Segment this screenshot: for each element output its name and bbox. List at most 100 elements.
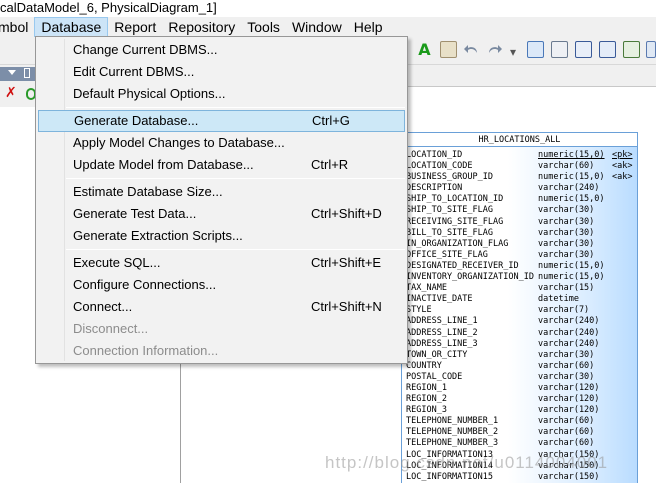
menu-item-update-model-from-database[interactable]: Update Model from Database... Ctrl+R bbox=[38, 154, 405, 176]
menu-separator bbox=[66, 178, 405, 179]
table-column-row[interactable]: OFFICE_SITE_FLAG varchar(30) bbox=[402, 249, 637, 261]
menu-item-label: Connect... bbox=[73, 299, 133, 314]
table-column-row[interactable]: TAX_NAME varchar(15) bbox=[402, 283, 637, 294]
panel-menu-arrow-icon[interactable] bbox=[8, 70, 16, 75]
link-icon[interactable] bbox=[646, 41, 656, 58]
panel-toolbar: ✗ bbox=[0, 83, 36, 105]
menu-symbol[interactable]: mbol bbox=[0, 17, 34, 37]
table-title: HR_LOCATIONS_ALL bbox=[402, 133, 637, 147]
column-name: REGION_1 bbox=[406, 382, 447, 393]
column-name: COUNTRY bbox=[406, 360, 442, 371]
reference-icon[interactable] bbox=[599, 41, 616, 58]
menu-item-connect[interactable]: Connect... Ctrl+Shift+N bbox=[38, 296, 405, 318]
table-column-row[interactable]: TOWN_OR_CITY varchar(30) bbox=[402, 349, 637, 361]
menu-database[interactable]: Database bbox=[34, 17, 109, 37]
table-column-row[interactable]: TELEPHONE_NUMBER_2 varchar(60) bbox=[402, 427, 637, 438]
menu-item-generate-database[interactable]: Generate Database... Ctrl+G bbox=[38, 110, 405, 132]
column-type: varchar(150) bbox=[538, 471, 600, 482]
table-symbol-hr-locations-all[interactable]: HR_LOCATIONS_ALL LOCATION_ID numeric(15,0… bbox=[401, 132, 638, 483]
table-column-row[interactable]: BUSINESS_GROUP_ID numeric(15,0) <ak> bbox=[402, 172, 637, 183]
browser-tree-area[interactable] bbox=[0, 107, 36, 483]
menu-item-default-physical-options[interactable]: Default Physical Options... bbox=[38, 83, 405, 105]
dropdown-arrow-icon[interactable]: ▾ bbox=[510, 45, 516, 59]
table-column-row[interactable]: TELEPHONE_NUMBER_1 varchar(60) bbox=[402, 416, 637, 427]
column-type: varchar(60) bbox=[538, 427, 595, 438]
column-type: varchar(120) bbox=[538, 394, 600, 405]
table-column-row[interactable]: LOCATION_CODE varchar(60) <ak> bbox=[402, 161, 637, 172]
table-column-row[interactable]: IN_ORGANIZATION_FLAG varchar(30) bbox=[402, 238, 637, 250]
menu-help[interactable]: Help bbox=[348, 17, 389, 37]
column-name: LOCATION_CODE bbox=[406, 161, 473, 172]
table-column-row[interactable]: INVENTORY_ORGANIZATION_ID numeric(15,0) bbox=[402, 272, 637, 283]
pin-icon[interactable] bbox=[24, 68, 30, 78]
table-column-row[interactable]: REGION_1 varchar(120) bbox=[402, 382, 637, 394]
table-column-row[interactable]: ADDRESS_LINE_2 varchar(240) bbox=[402, 328, 637, 339]
table-column-row[interactable]: SHIP_TO_SITE_FLAG varchar(30) bbox=[402, 205, 637, 216]
table-column-row[interactable]: STYLE varchar(7) bbox=[402, 305, 637, 316]
delete-x-icon[interactable]: ✗ bbox=[5, 85, 17, 101]
menu-item-edit-current-dbms[interactable]: Edit Current DBMS... bbox=[38, 61, 405, 83]
menu-separator bbox=[66, 249, 405, 250]
column-type: numeric(15,0) bbox=[538, 194, 605, 205]
column-name: STYLE bbox=[406, 305, 432, 316]
table-column-row[interactable]: LOC_INFORMATION15 varchar(150) bbox=[402, 471, 637, 483]
menu-item-execute-sql[interactable]: Execute SQL... Ctrl+Shift+E bbox=[38, 252, 405, 274]
column-name: REGION_2 bbox=[406, 394, 447, 405]
text-a-icon[interactable]: A bbox=[416, 41, 433, 58]
table-column-row[interactable]: COUNTRY varchar(60) bbox=[402, 360, 637, 372]
table-icon[interactable] bbox=[551, 41, 568, 58]
table-column-row[interactable]: ADDRESS_LINE_3 varchar(240) bbox=[402, 339, 637, 350]
menu-tools[interactable]: Tools bbox=[241, 17, 286, 37]
menu-report[interactable]: Report bbox=[108, 17, 162, 37]
table-column-row[interactable]: RECEIVING_SITE_FLAG varchar(30) bbox=[402, 216, 637, 228]
menu-item-generate-extraction-scripts[interactable]: Generate Extraction Scripts... bbox=[38, 225, 405, 247]
table-column-row[interactable]: LOCATION_ID numeric(15,0) <pk> bbox=[402, 150, 637, 161]
table-column-row[interactable]: TELEPHONE_NUMBER_3 varchar(60) bbox=[402, 438, 637, 449]
menu-item-configure-connections[interactable]: Configure Connections... bbox=[38, 274, 405, 296]
column-name: LOC_INFORMATION15 bbox=[406, 471, 493, 482]
table-column-row[interactable]: DESIGNATED_RECEIVER_ID numeric(15,0) bbox=[402, 260, 637, 272]
redo-arrow-icon[interactable] bbox=[486, 41, 503, 58]
table-column-row[interactable]: SHIP_TO_LOCATION_ID numeric(15,0) bbox=[402, 194, 637, 205]
menu-item-generate-test-data[interactable]: Generate Test Data... Ctrl+Shift+D bbox=[38, 203, 405, 225]
undo-arrow-icon[interactable] bbox=[463, 41, 480, 58]
note-icon[interactable] bbox=[440, 41, 457, 58]
table-column-row[interactable]: ADDRESS_LINE_1 varchar(240) bbox=[402, 316, 637, 327]
table-column-row[interactable]: POSTAL_CODE varchar(30) bbox=[402, 371, 637, 383]
column-type: varchar(30) bbox=[538, 205, 595, 216]
package-icon[interactable] bbox=[575, 41, 592, 58]
column-name: TOWN_OR_CITY bbox=[406, 349, 468, 360]
menu-window[interactable]: Window bbox=[286, 17, 348, 37]
view-icon[interactable] bbox=[527, 41, 544, 58]
menu-item-estimate-database-size[interactable]: Estimate Database Size... bbox=[38, 181, 405, 203]
column-type: varchar(120) bbox=[538, 405, 600, 416]
procedure-icon[interactable] bbox=[623, 41, 640, 58]
column-type: varchar(30) bbox=[538, 371, 595, 382]
column-name: REGION_3 bbox=[406, 405, 447, 416]
column-type: varchar(120) bbox=[538, 382, 600, 393]
table-column-row[interactable]: INACTIVE_DATE datetime bbox=[402, 294, 637, 305]
browser-panel-strip: ✗ bbox=[0, 65, 36, 483]
table-column-row[interactable]: REGION_3 varchar(120) bbox=[402, 405, 637, 416]
column-name: DESCRIPTION bbox=[406, 183, 463, 194]
table-column-row[interactable]: DESCRIPTION varchar(240) bbox=[402, 183, 637, 194]
table-column-row[interactable]: BILL_TO_SITE_FLAG varchar(30) bbox=[402, 228, 637, 239]
column-name: OFFICE_SITE_FLAG bbox=[406, 249, 488, 260]
column-type: varchar(30) bbox=[538, 238, 595, 249]
window-title: calDataModel_6, PhysicalDiagram_1] bbox=[0, 0, 656, 17]
column-type: numeric(15,0) bbox=[538, 260, 605, 271]
menu-item-apply-model-changes-to-database[interactable]: Apply Model Changes to Database... bbox=[38, 132, 405, 154]
watermark-text: http://blog.csdn.net/u0114004001 bbox=[325, 453, 609, 472]
column-name: INVENTORY_ORGANIZATION_ID bbox=[406, 272, 534, 283]
menu-item-change-current-dbms[interactable]: Change Current DBMS... bbox=[38, 39, 405, 61]
menu-repository[interactable]: Repository bbox=[162, 17, 241, 37]
column-name: TAX_NAME bbox=[406, 283, 447, 294]
table-column-row[interactable]: REGION_2 varchar(120) bbox=[402, 394, 637, 405]
table-columns: LOCATION_ID numeric(15,0) <pk> LOCATION_COD… bbox=[402, 150, 637, 483]
column-type: varchar(30) bbox=[538, 349, 595, 360]
column-name: RECEIVING_SITE_FLAG bbox=[406, 216, 504, 227]
column-type: numeric(15,0) bbox=[538, 272, 605, 283]
menu-item-label: Generate Database... bbox=[74, 113, 199, 128]
menu-item-shortcut: Ctrl+Shift+N bbox=[311, 299, 382, 314]
panel-tab[interactable] bbox=[0, 67, 36, 81]
